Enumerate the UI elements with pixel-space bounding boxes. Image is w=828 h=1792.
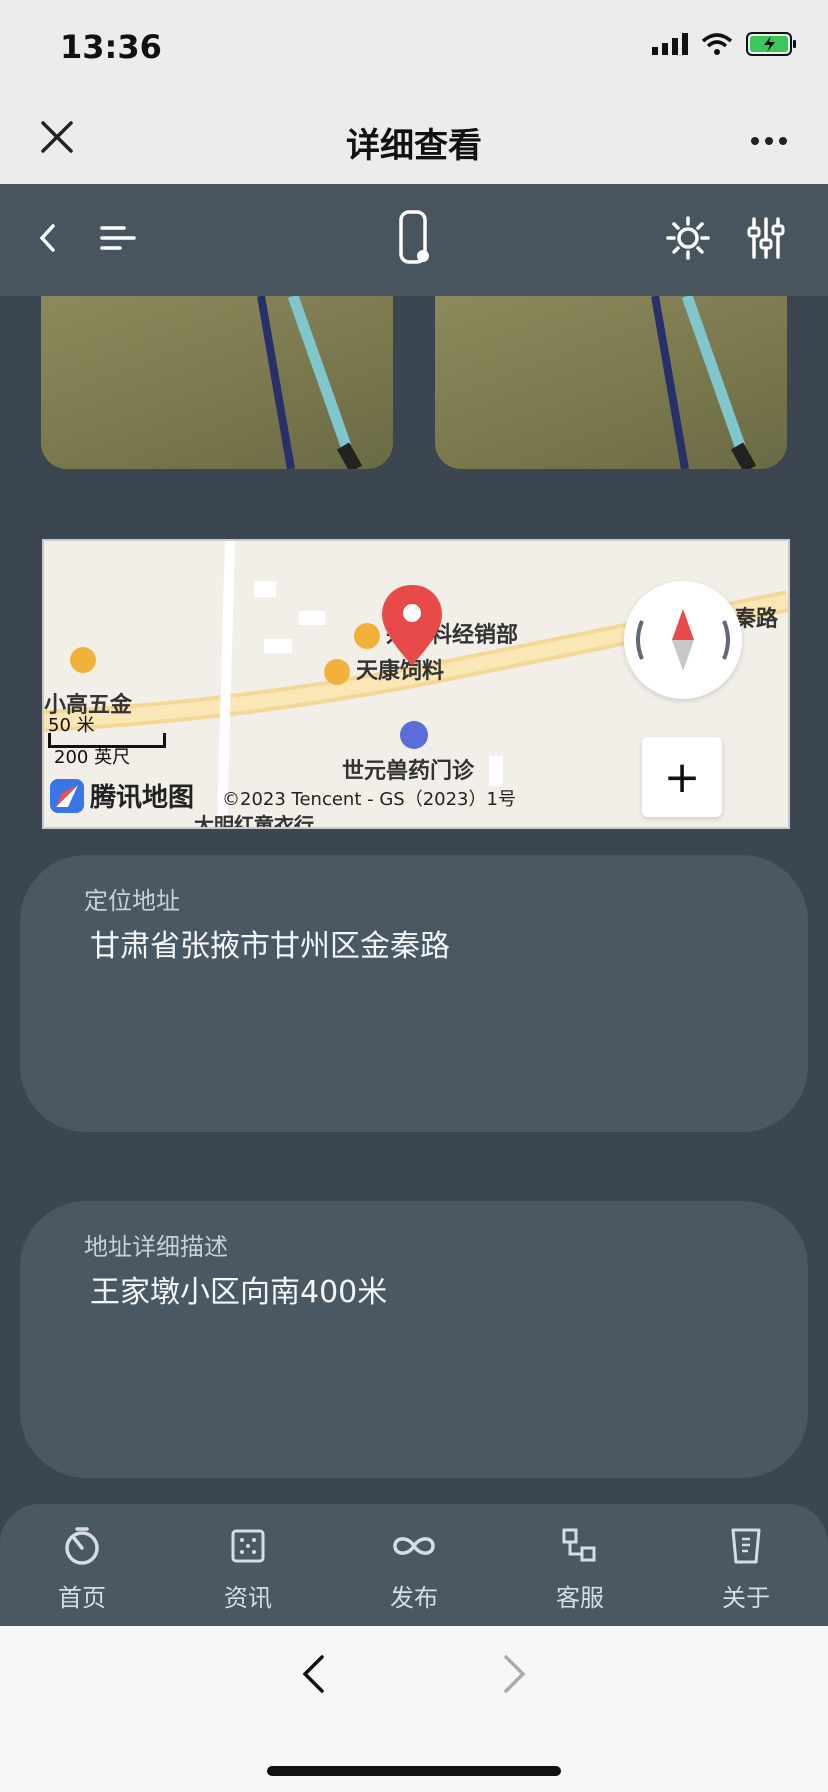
status-time: 13:36: [60, 28, 162, 66]
card-value: 甘肃省张掖市甘州区金秦路: [90, 929, 450, 964]
tencent-map-logo-icon: [50, 778, 84, 813]
scale-imperial: 200 英尺: [54, 747, 131, 768]
device-icon[interactable]: [394, 208, 434, 268]
pharmacy-icon: [400, 721, 428, 749]
status-icons: [652, 32, 798, 56]
nodes-icon: [520, 1524, 640, 1568]
location-address-card: 定位地址 甘肃省张掖市甘州区金秦路: [20, 855, 808, 1132]
tab-service[interactable]: 客服: [520, 1524, 640, 1613]
map-poi-dot: [70, 647, 102, 673]
signal-icon: [652, 33, 688, 55]
browser-back-icon[interactable]: [300, 1654, 326, 1694]
compass-icon: [636, 609, 730, 671]
browser-forward-icon[interactable]: [502, 1654, 528, 1694]
tab-bar: 首页 资讯 发布 客服 关于: [0, 1504, 828, 1626]
page-title: 详细查看: [346, 126, 482, 166]
battery-icon: [746, 32, 796, 56]
cup-icon: [686, 1524, 806, 1568]
address-detail-card: 地址详细描述 王家墩小区向南400米: [20, 1201, 808, 1478]
menu-icon[interactable]: [98, 212, 138, 264]
card-value: 王家墩小区向南400米: [90, 1275, 388, 1310]
tab-publish[interactable]: 发布: [354, 1524, 474, 1613]
compass-button[interactable]: [624, 581, 742, 699]
location-pin-icon: [382, 585, 442, 665]
card-label: 定位地址: [84, 887, 180, 915]
photo-2[interactable]: [435, 296, 787, 469]
brightness-icon[interactable]: [664, 212, 712, 264]
card-label: 地址详细描述: [84, 1233, 228, 1261]
back-icon[interactable]: [32, 212, 62, 264]
more-icon[interactable]: [750, 136, 788, 146]
tab-about[interactable]: 关于: [686, 1524, 806, 1613]
map-logo: 腾讯地图: [50, 777, 194, 814]
tab-news[interactable]: 资讯: [188, 1524, 308, 1613]
map-poi: 世元兽药门诊: [342, 759, 475, 784]
wifi-icon: [702, 33, 732, 55]
grid-dots-icon: [188, 1524, 308, 1568]
map-view[interactable]: 兴饲料经销部 天康饲料 小高五金 世元兽药门诊 秦路 大明红童衣行 50 米 2…: [42, 539, 790, 829]
photo-1[interactable]: [41, 296, 393, 469]
map-copyright: ©2023 Tencent - GS（2023）1号: [222, 789, 516, 810]
timer-icon: [22, 1524, 142, 1568]
tab-home[interactable]: 首页: [22, 1524, 142, 1613]
home-indicator[interactable]: [267, 1766, 561, 1776]
map-poi: 大明红童衣行: [194, 813, 314, 829]
infinity-icon: [354, 1524, 474, 1568]
zoom-in-button[interactable]: +: [642, 737, 722, 817]
sliders-icon[interactable]: [744, 212, 788, 264]
